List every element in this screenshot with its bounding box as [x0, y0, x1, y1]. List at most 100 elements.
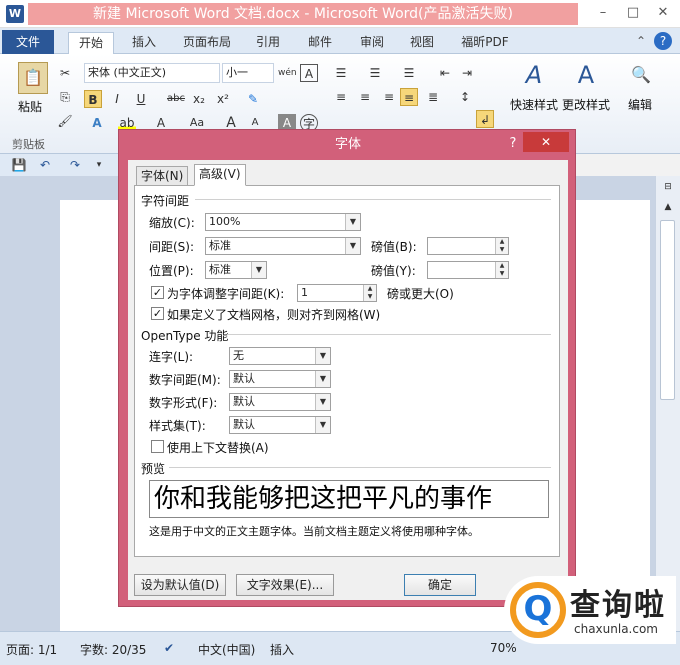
strikethrough-button[interactable]: abc — [164, 90, 188, 108]
kerning-checkbox[interactable]: ✓ — [151, 286, 164, 299]
bullets-icon[interactable]: ☰ — [332, 64, 350, 82]
quick-styles-label[interactable]: 快速样式 — [510, 96, 558, 113]
spacing-pt-input[interactable]: ▲ ▼ — [427, 237, 509, 255]
undo-icon[interactable]: ↶ — [36, 156, 54, 174]
increase-indent-icon[interactable]: ⇥ — [458, 64, 476, 82]
number-forms-combo[interactable]: 默认 ▼ — [229, 393, 331, 411]
chevron-down-icon[interactable]: ▼ — [345, 238, 360, 254]
tab-font[interactable]: 字体(N) — [136, 166, 189, 186]
redo-icon[interactable]: ↷ — [66, 156, 84, 174]
tab-references[interactable]: 引用 — [250, 32, 286, 54]
insert-mode[interactable]: 插入 — [270, 641, 294, 658]
dialog-help-button[interactable]: ? — [505, 136, 521, 152]
cut-icon[interactable]: ✂ — [56, 64, 74, 82]
align-left-icon[interactable]: ≡ — [332, 88, 350, 106]
proofing-icon[interactable]: ✔ — [164, 641, 174, 655]
set-default-button[interactable]: 设为默认值(D) — [134, 574, 226, 596]
chevron-down-icon[interactable]: ▼ — [315, 371, 330, 387]
save-icon[interactable]: 💾 — [10, 156, 28, 174]
tab-page-layout[interactable]: 页面布局 — [176, 32, 238, 54]
multilevel-list-icon[interactable]: ☰ — [400, 64, 418, 82]
ruler-toggle-icon[interactable]: ⊟ — [659, 178, 677, 196]
italic-button[interactable]: I — [108, 90, 126, 108]
language-status[interactable]: 中文(中国) — [198, 641, 255, 658]
minimize-button[interactable]: – — [588, 3, 618, 23]
chevron-down-icon[interactable]: ▼ — [315, 417, 330, 433]
clear-formatting-icon[interactable]: ✎ — [244, 90, 262, 108]
align-center-icon[interactable]: ≡ — [356, 88, 374, 106]
quick-styles-icon[interactable]: A — [518, 60, 550, 90]
underline-button[interactable]: U — [132, 90, 150, 108]
spin-arrows-icon[interactable]: ▲ ▼ — [363, 285, 376, 301]
ligatures-combo[interactable]: 无 ▼ — [229, 347, 331, 365]
word-count[interactable]: 字数: 20/35 — [80, 641, 146, 658]
spacing-combo[interactable]: 标准 ▼ — [205, 237, 361, 255]
ligatures-value: 无 — [233, 349, 244, 362]
paste-icon[interactable]: 📋 — [18, 62, 48, 94]
vertical-scrollbar[interactable]: ⊟ ▲ — [655, 176, 680, 631]
tab-view[interactable]: 视图 — [404, 32, 440, 54]
distributed-icon[interactable]: ≣ — [424, 88, 442, 106]
ok-button[interactable]: 确定 — [404, 574, 476, 596]
change-styles-icon[interactable]: A — [570, 60, 602, 90]
watermark-logo-icon: Q — [510, 582, 566, 638]
find-icon[interactable]: 🔍 — [628, 62, 654, 88]
collapse-ribbon-icon[interactable]: ⌃ — [632, 32, 650, 50]
scale-combo[interactable]: 100% ▼ — [205, 213, 361, 231]
help-icon[interactable]: ? — [654, 32, 672, 50]
kerning-label[interactable]: 为字体调整字间距(K): — [167, 285, 284, 302]
subscript-button[interactable]: x₂ — [190, 90, 208, 108]
snap-grid-label[interactable]: 如果定义了文档网格，则对齐到网格(W) — [167, 306, 380, 323]
editing-label[interactable]: 编辑 — [628, 96, 652, 113]
show-marks-icon[interactable]: ↲ — [476, 110, 494, 128]
customize-qat-icon[interactable]: ▾ — [90, 156, 108, 174]
tab-home[interactable]: 开始 — [68, 32, 114, 54]
text-effects-icon[interactable]: A — [88, 114, 106, 132]
phonetic-guide-icon[interactable]: wén — [278, 64, 297, 82]
bold-button[interactable]: B — [84, 90, 102, 108]
chevron-down-icon[interactable]: ▼ — [251, 262, 266, 278]
decrease-indent-icon[interactable]: ⇤ — [436, 64, 454, 82]
word-logo-icon[interactable]: W — [6, 5, 24, 23]
kerning-input[interactable]: 1 ▲ ▼ — [297, 284, 377, 302]
position-combo[interactable]: 标准 ▼ — [205, 261, 267, 279]
paste-label[interactable]: 粘贴 — [18, 98, 42, 115]
change-styles-label[interactable]: 更改样式 — [562, 96, 610, 113]
number-forms-label: 数字形式(F): — [149, 396, 218, 410]
contextual-alternates-checkbox[interactable] — [151, 440, 164, 453]
font-name-combo[interactable]: 宋体 (中文正文) — [84, 63, 220, 83]
spin-arrows-icon[interactable]: ▲ ▼ — [495, 238, 508, 254]
copy-icon[interactable]: ⎘ — [56, 88, 74, 106]
line-spacing-icon[interactable]: ↕ — [456, 88, 474, 106]
superscript-button[interactable]: x² — [214, 90, 232, 108]
maximize-button[interactable]: □ — [618, 3, 648, 23]
tab-mailings[interactable]: 邮件 — [302, 32, 338, 54]
scrollbar-thumb[interactable] — [660, 220, 675, 400]
tab-file[interactable]: 文件 — [2, 30, 54, 54]
text-effects-button[interactable]: 文字效果(E)... — [236, 574, 334, 596]
tab-advanced[interactable]: 高级(V) — [194, 164, 246, 186]
dialog-close-button[interactable]: ✕ — [523, 132, 569, 152]
number-spacing-combo[interactable]: 默认 ▼ — [229, 370, 331, 388]
position-pt-input[interactable]: ▲ ▼ — [427, 261, 509, 279]
contextual-alternates-label[interactable]: 使用上下文替换(A) — [167, 439, 269, 456]
justify-icon[interactable]: ≡ — [400, 88, 418, 106]
tab-review[interactable]: 审阅 — [354, 32, 390, 54]
window-close-button[interactable]: ✕ — [648, 3, 678, 23]
font-size-combo[interactable]: 小一 — [222, 63, 274, 83]
chevron-down-icon[interactable]: ▼ — [315, 394, 330, 410]
format-painter-icon[interactable]: 🖌 — [56, 112, 74, 130]
zoom-level[interactable]: 70% — [490, 641, 517, 655]
chevron-down-icon[interactable]: ▼ — [345, 214, 360, 230]
tab-foxit-pdf[interactable]: 福昕PDF — [452, 32, 518, 54]
numbering-icon[interactable]: ☰ — [366, 64, 384, 82]
char-border-icon[interactable]: A — [300, 64, 318, 82]
spin-arrows-icon[interactable]: ▲ ▼ — [495, 262, 508, 278]
snap-grid-checkbox[interactable]: ✓ — [151, 307, 164, 320]
scroll-up-icon[interactable]: ▲ — [659, 198, 677, 216]
align-right-icon[interactable]: ≡ — [380, 88, 398, 106]
stylistic-set-combo[interactable]: 默认 ▼ — [229, 416, 331, 434]
tab-insert[interactable]: 插入 — [124, 32, 164, 54]
page-count[interactable]: 页面: 1/1 — [6, 641, 57, 658]
chevron-down-icon[interactable]: ▼ — [315, 348, 330, 364]
